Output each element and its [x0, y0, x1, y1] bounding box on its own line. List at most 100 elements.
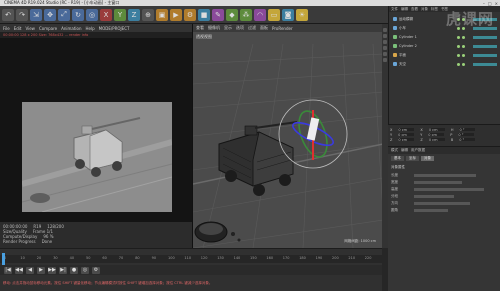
vp-menu-filter[interactable]: 过滤 [248, 25, 256, 31]
camera-icon[interactable]: ◙ [282, 8, 294, 21]
object-row[interactable]: 运动模糊 [393, 16, 497, 22]
deformer-icon[interactable]: ◠ [254, 8, 266, 21]
object-tag[interactable] [473, 35, 497, 39]
attribute-value-field[interactable] [414, 173, 476, 178]
edges-mode-icon[interactable] [383, 34, 387, 38]
om-menu-view[interactable]: 查看 [411, 7, 418, 12]
attribute-value-field[interactable] [414, 187, 484, 192]
attribute-value-field[interactable] [414, 201, 470, 206]
x-axis-icon[interactable]: X [100, 8, 112, 21]
vp-menu-prorender[interactable]: ProRender [272, 26, 293, 31]
render-icon[interactable]: ▶ [170, 8, 182, 21]
pv-menu-view[interactable]: View [25, 26, 35, 31]
om-menu-edit[interactable]: 编辑 [401, 7, 408, 12]
object-row[interactable]: Cylinder 1 [393, 34, 497, 40]
tab-basic[interactable]: 基本 [391, 156, 404, 161]
coord-field[interactable]: 0 cm [398, 137, 415, 142]
coord-field[interactable]: 0 cm [398, 132, 415, 137]
pen-icon[interactable]: ✎ [212, 8, 224, 21]
object-row[interactable]: 平面 [393, 52, 497, 58]
coord-field[interactable]: 0 ° [458, 132, 475, 137]
polygons-mode-icon[interactable] [383, 40, 387, 44]
autokey-button[interactable]: ◎ [81, 266, 89, 274]
visibility-flags[interactable] [457, 44, 465, 48]
perspective-viewport[interactable]: 查看 摄像机 显示 选项 过滤 面板 ProRender 透视视图 网格间距: … [192, 24, 382, 248]
attribute-value-field[interactable] [414, 194, 454, 199]
object-row[interactable]: 天空 [393, 61, 497, 67]
attr-menu-edit[interactable]: 编辑 [401, 148, 408, 153]
render-visibility-icon[interactable] [462, 62, 465, 66]
attribute-value-field[interactable] [414, 208, 448, 213]
attribute-value-field[interactable] [414, 180, 462, 185]
editor-visibility-icon[interactable] [457, 62, 460, 66]
visibility-flags[interactable] [457, 35, 465, 39]
om-menu-objects[interactable]: 对象 [421, 7, 428, 12]
coord-field[interactable]: 0 cm [428, 127, 445, 132]
go-start-button[interactable]: |◀ [4, 266, 12, 274]
visibility-flags[interactable] [457, 53, 465, 57]
tab-coord[interactable]: 坐标 [406, 156, 419, 161]
y-axis-icon[interactable]: Y [114, 8, 126, 21]
maximize-button[interactable]: □ [488, 1, 492, 6]
texture-mode-icon[interactable] [383, 52, 387, 56]
play-button[interactable]: ▶ [37, 266, 45, 274]
pv-menu-help[interactable]: Help [86, 26, 95, 31]
pv-menu-edit[interactable]: Edit [14, 26, 22, 31]
editor-visibility-icon[interactable] [457, 35, 460, 39]
coord-field[interactable]: 0 ° [459, 137, 476, 142]
editor-visibility-icon[interactable] [457, 53, 460, 57]
visibility-flags[interactable] [457, 62, 465, 66]
vp-menu-display[interactable]: 显示 [224, 25, 232, 31]
attr-menu-userdata[interactable]: 用户数据 [411, 148, 425, 153]
pv-menu-file[interactable]: File [3, 26, 10, 31]
om-menu-tags[interactable]: 标签 [431, 7, 438, 12]
array-icon[interactable]: ⁂ [240, 8, 252, 21]
object-row[interactable]: Cylinder 2 [393, 43, 497, 49]
minimize-button[interactable]: – [483, 1, 485, 6]
floor-icon[interactable]: ▭ [268, 8, 280, 21]
object-row[interactable]: 小车 [393, 25, 497, 31]
render-visibility-icon[interactable] [462, 53, 465, 57]
record-button[interactable]: ● [70, 266, 78, 274]
points-mode-icon[interactable] [383, 28, 387, 32]
coord-field[interactable]: 0 cm [398, 127, 415, 132]
coord-field[interactable]: 0 cm [428, 132, 445, 137]
pv-menu-mode[interactable]: MODE/PROJECT [99, 26, 130, 31]
render-visibility-icon[interactable] [462, 44, 465, 48]
subdivision-icon[interactable]: ◆ [226, 8, 238, 21]
z-axis-icon[interactable]: Z [128, 8, 140, 21]
live-select-icon[interactable]: ◎ [86, 8, 98, 21]
playhead[interactable] [2, 253, 5, 265]
coord-field[interactable]: 0 ° [459, 127, 476, 132]
coord-field[interactable]: 0 cm [428, 137, 445, 142]
vp-menu-options[interactable]: 选项 [236, 25, 244, 31]
render-view-icon[interactable]: ▣ [156, 8, 168, 21]
pv-menu-animation[interactable]: Animation [61, 26, 81, 31]
cube-icon[interactable]: ■ [198, 8, 210, 21]
tab-object[interactable]: 对象 [421, 156, 434, 161]
timeline-ruler[interactable]: 0 10 20 30 40 50 60 70 80 90 100 110 120 130 140 150 160… [0, 255, 382, 263]
close-button[interactable]: × [495, 1, 498, 6]
step-forward-button[interactable]: ▶▶ [48, 266, 56, 274]
render-visibility-icon[interactable] [462, 35, 465, 39]
om-menu-file[interactable]: 文件 [391, 7, 398, 12]
vp-menu-camera[interactable]: 摄像机 [208, 25, 220, 31]
undo-icon[interactable]: ↶ [2, 8, 14, 21]
pv-menu-compare[interactable]: Compare [39, 26, 57, 31]
render-settings-icon[interactable]: ⚙ [184, 8, 196, 21]
redo-icon[interactable]: ↷ [16, 8, 28, 21]
light-icon[interactable]: ☀ [296, 8, 308, 21]
rotate-icon[interactable]: ↻ [72, 8, 84, 21]
object-tag[interactable] [473, 53, 497, 57]
vp-menu-panel[interactable]: 面板 [260, 25, 268, 31]
editor-visibility-icon[interactable] [457, 44, 460, 48]
step-back-button[interactable]: ◀ [26, 266, 34, 274]
scale-icon[interactable]: ⤢ [58, 8, 70, 21]
attr-menu-mode[interactable]: 模式 [391, 148, 398, 153]
timeline-settings-button[interactable]: ⚙ [92, 266, 100, 274]
object-tag[interactable] [473, 44, 497, 48]
select-icon[interactable]: ⇲ [30, 8, 42, 21]
world-icon[interactable]: ⊕ [142, 8, 154, 21]
vp-menu-view[interactable]: 查看 [196, 25, 204, 31]
model-mode-icon[interactable] [383, 46, 387, 50]
